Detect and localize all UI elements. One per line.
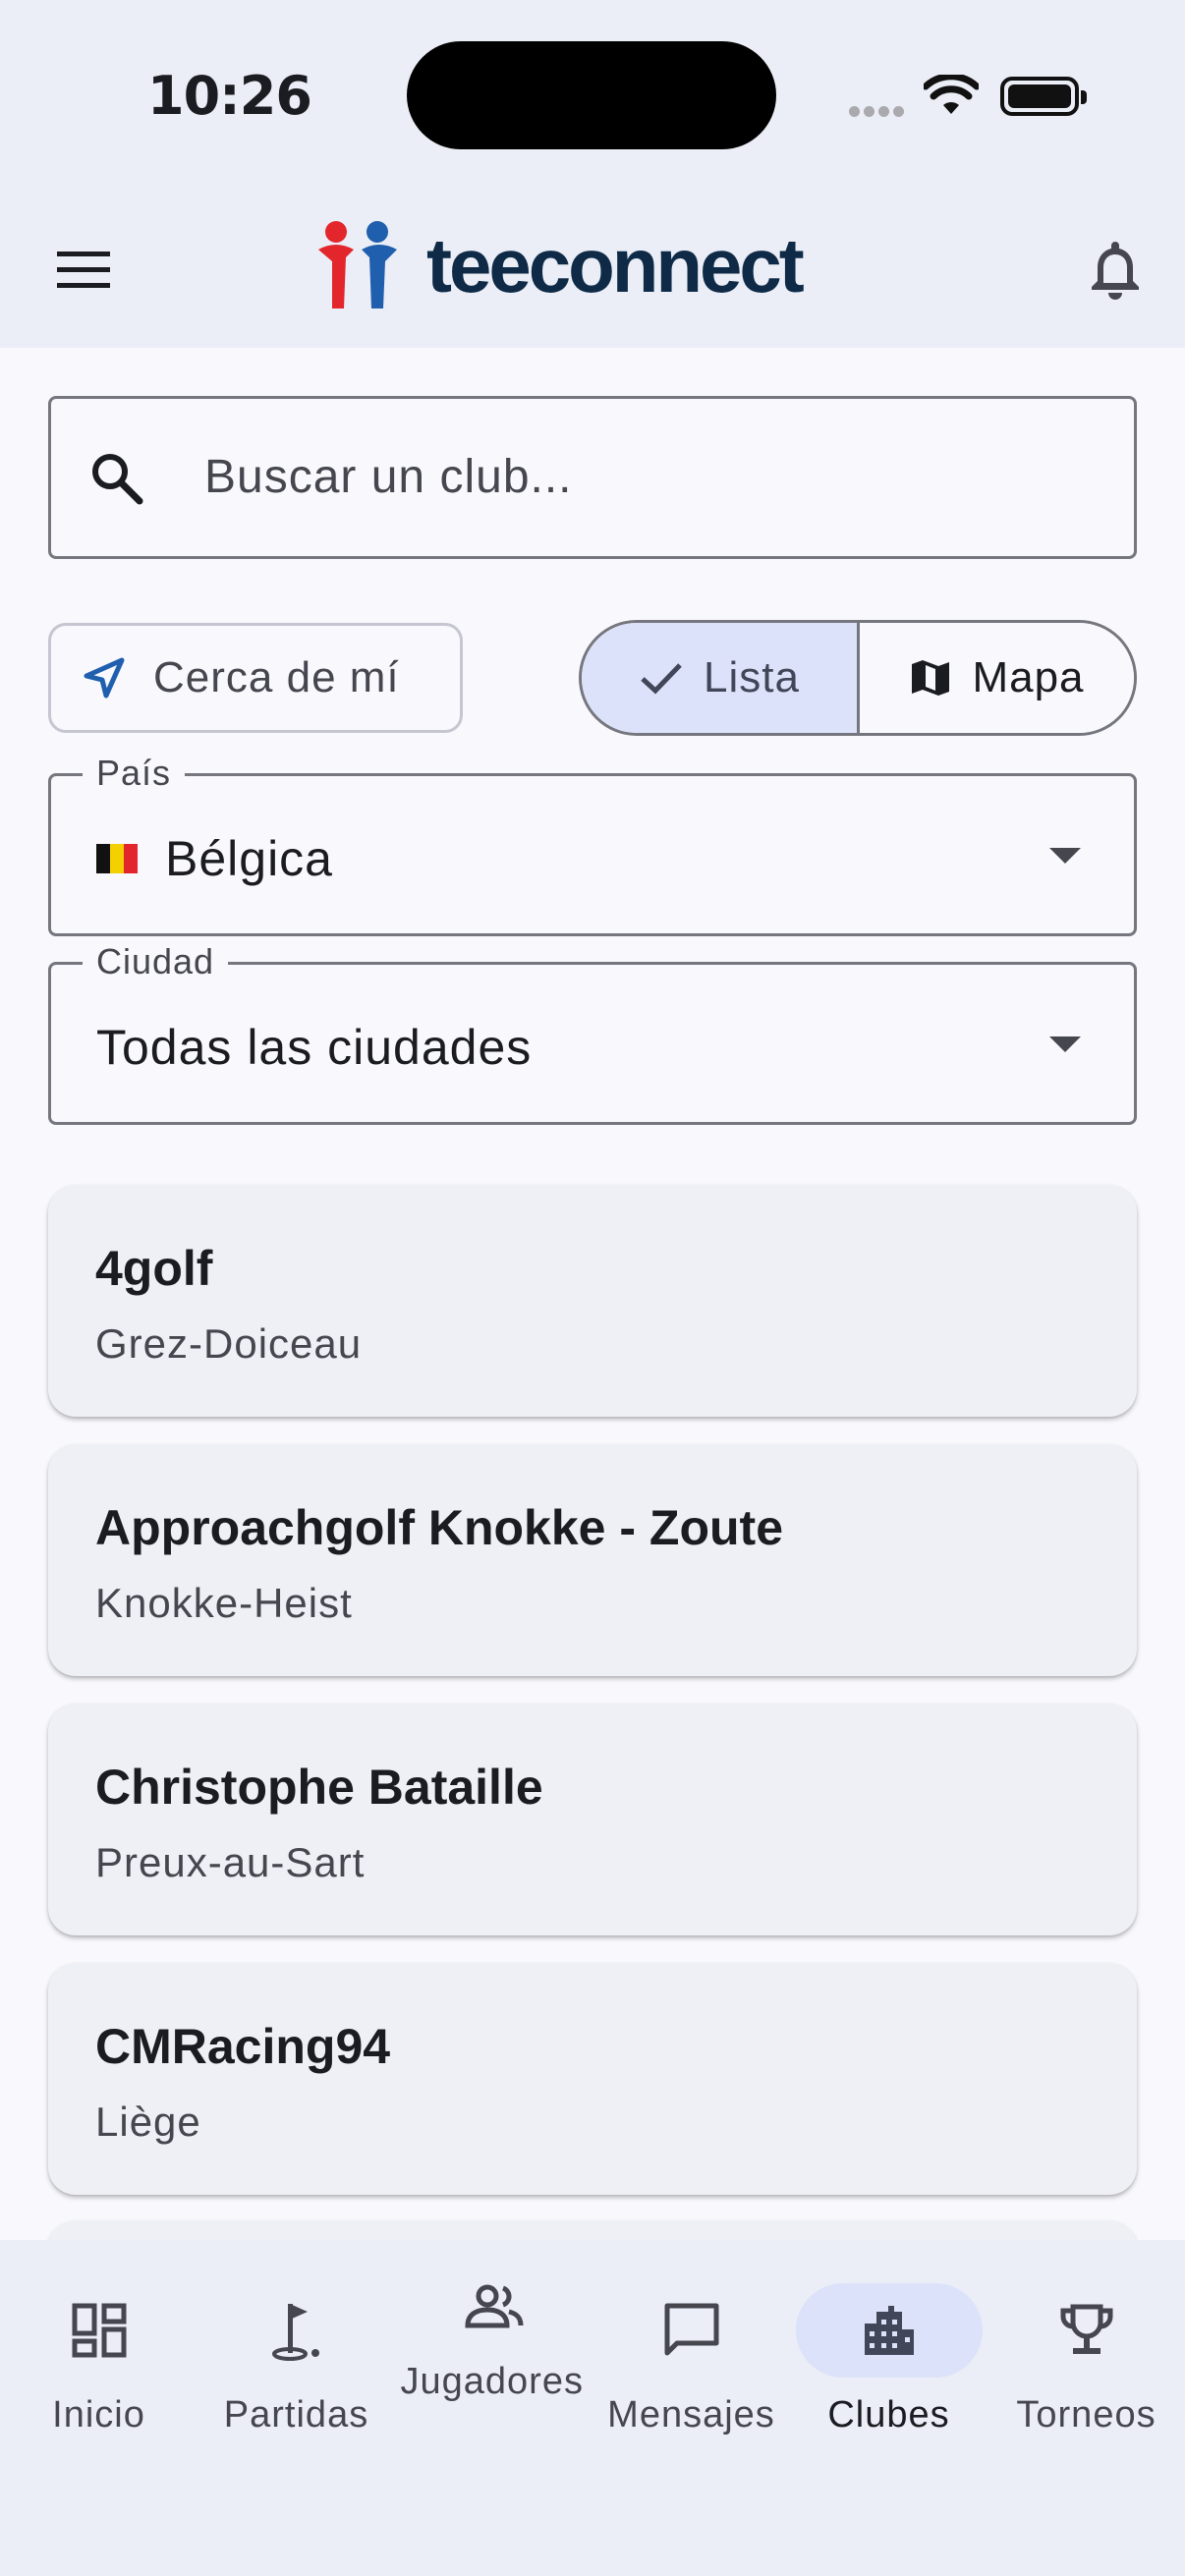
club-name: 4golf — [95, 1241, 213, 1296]
near-me-label: Cerca de mí — [153, 653, 400, 701]
nav-label: Jugadores — [400, 2361, 584, 2402]
trophy-icon — [993, 2283, 1180, 2378]
country-label: País — [83, 753, 186, 794]
club-city: Preux-au-Sart — [95, 1839, 366, 1885]
nav-label: Partidas — [223, 2394, 369, 2436]
search-icon — [86, 448, 147, 514]
building-icon — [795, 2283, 983, 2378]
toggle-list[interactable]: Lista — [582, 623, 860, 733]
nav-label: Torneos — [1016, 2394, 1157, 2436]
notifications-button[interactable] — [1081, 234, 1150, 303]
menu-button[interactable] — [49, 236, 118, 305]
nav-label: Clubes — [827, 2394, 950, 2436]
signal-dots-icon — [849, 104, 908, 122]
battery-icon — [1000, 77, 1087, 116]
status-time: 10:26 — [147, 65, 312, 127]
view-toggle: Lista Mapa — [579, 620, 1137, 736]
people-logo-icon — [318, 221, 397, 308]
golf-flag-icon — [203, 2283, 390, 2378]
country-dropdown[interactable]: País Bélgica — [48, 753, 1137, 936]
search-placeholder: Buscar un club... — [204, 451, 573, 503]
near-me-button[interactable]: Cerca de mí — [48, 623, 463, 733]
club-card[interactable]: CMRacing94 Liège — [48, 1963, 1137, 2195]
search-input[interactable]: Buscar un club... — [48, 396, 1137, 559]
hamburger-icon — [57, 252, 110, 288]
brand-logo: teeconnect — [316, 216, 805, 314]
toggle-list-label: Lista — [704, 653, 800, 701]
city-label: Ciudad — [83, 941, 229, 982]
app-bar: teeconnect — [0, 187, 1185, 348]
club-city: Knokke-Heist — [95, 1580, 353, 1626]
people-icon — [401, 2260, 588, 2354]
club-name: CMRacing94 — [95, 2019, 391, 2074]
nav-partidas[interactable]: Partidas — [198, 2283, 395, 2480]
toggle-map[interactable]: Mapa — [860, 623, 1134, 733]
club-city: Grez-Doiceau — [95, 1320, 363, 1367]
city-dropdown[interactable]: Ciudad Todas las ciudades — [48, 941, 1137, 1125]
dynamic-island — [407, 41, 776, 149]
toggle-map-label: Mapa — [972, 653, 1085, 701]
city-value-wrap: Todas las ciudades — [96, 1019, 532, 1076]
nav-torneos[interactable]: Torneos — [988, 2283, 1185, 2480]
club-card[interactable]: Christophe Bataille Preux-au-Sart — [48, 1704, 1137, 1935]
nav-label: Inicio — [52, 2394, 145, 2436]
belgium-flag-icon — [96, 844, 138, 873]
dropdown-arrow-icon — [1049, 848, 1081, 864]
check-icon — [641, 663, 682, 695]
country-value: Bélgica — [165, 831, 333, 886]
bell-icon — [1092, 242, 1139, 300]
city-value: Todas las ciudades — [96, 1020, 533, 1075]
status-bar: 10:26 — [0, 0, 1185, 187]
nav-jugadores[interactable]: Jugadores — [395, 2260, 592, 2456]
dropdown-arrow-icon — [1049, 1036, 1081, 1052]
nav-inicio[interactable]: Inicio — [0, 2283, 198, 2480]
dashboard-icon — [6, 2283, 193, 2378]
country-value-wrap: Bélgica — [96, 830, 333, 887]
nav-clubes[interactable]: Clubes — [790, 2283, 988, 2480]
club-card[interactable]: Approachgolf Knokke - Zoute Knokke-Heist — [48, 1444, 1137, 1676]
brand-name: teeconnect — [426, 221, 805, 308]
navigation-arrow-icon — [81, 654, 128, 701]
chat-icon — [598, 2283, 785, 2378]
nav-mensajes[interactable]: Mensajes — [592, 2283, 790, 2480]
map-icon — [912, 660, 950, 696]
club-name: Approachgolf Knokke - Zoute — [95, 1500, 783, 1555]
bottom-navigation: Inicio Partidas Jugadores Mensajes Clube… — [0, 2240, 1185, 2576]
nav-label: Mensajes — [607, 2394, 775, 2436]
club-name: Christophe Bataille — [95, 1760, 543, 1815]
club-card[interactable]: 4golf Grez-Doiceau — [48, 1185, 1137, 1417]
club-city: Liège — [95, 2099, 201, 2145]
wifi-icon — [922, 73, 981, 123]
